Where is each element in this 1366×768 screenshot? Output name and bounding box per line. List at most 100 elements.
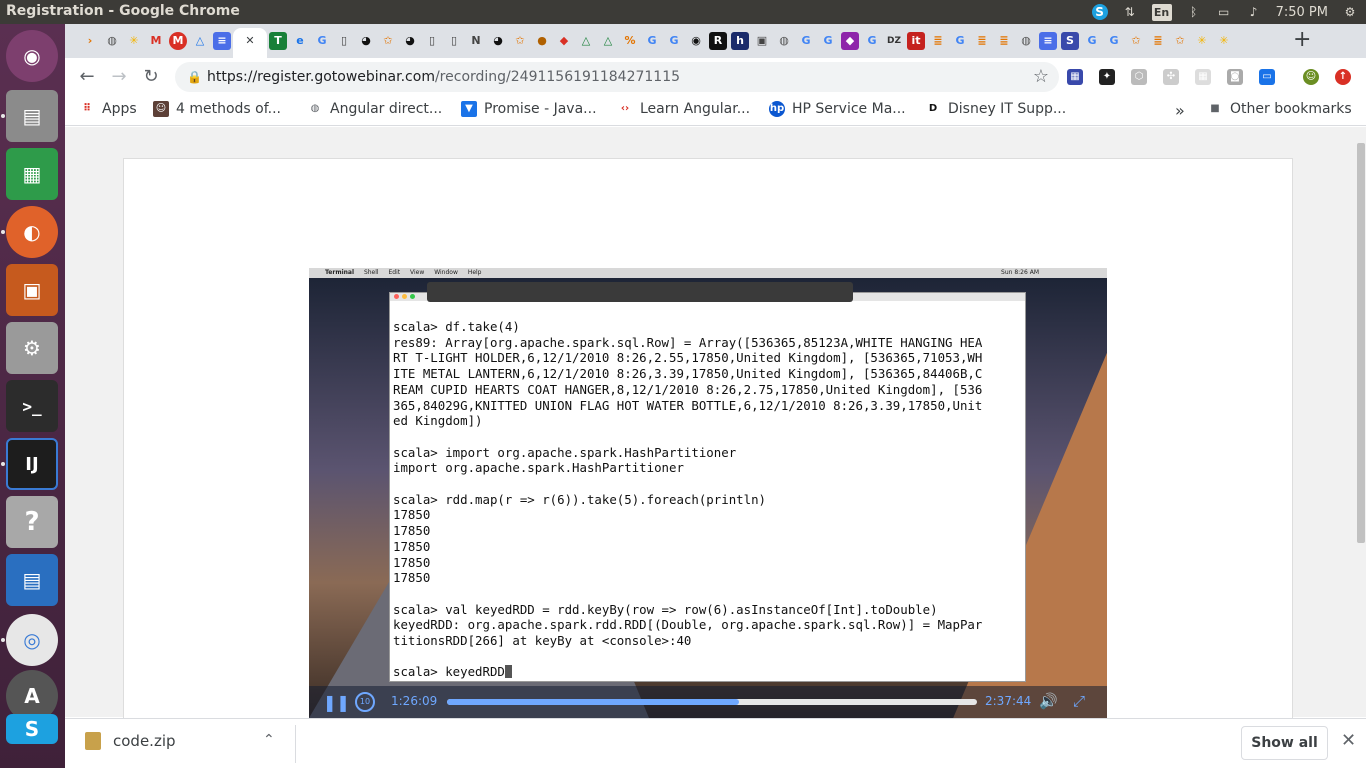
skype-icon[interactable]: S — [6, 714, 58, 744]
new-tab-button[interactable]: + — [1293, 27, 1311, 52]
tab-google-icon[interactable]: G — [797, 32, 815, 50]
rewind-10-icon[interactable]: 10 — [355, 692, 375, 712]
tab-it-icon[interactable]: it — [907, 32, 925, 50]
tab-book-icon[interactable]: ▯ — [445, 32, 463, 50]
bookmark-apps[interactable]: ⠿ Apps — [79, 101, 137, 117]
tab-gmail-icon[interactable]: M — [147, 32, 165, 50]
download-item[interactable]: code.zip — [85, 732, 176, 750]
tab-star-icon[interactable]: ✩ — [379, 32, 397, 50]
tab-round-icon[interactable]: ● — [533, 32, 551, 50]
tab-globe-icon[interactable]: ◍ — [1017, 32, 1035, 50]
tab-stackoverflow-icon[interactable]: ≣ — [973, 32, 991, 50]
address-bar[interactable]: 🔒 https://register.gotowebinar.com/record… — [175, 62, 1059, 92]
bookmarks-overflow-button[interactable]: » — [1175, 101, 1185, 120]
tab-docs-icon[interactable]: ≡ — [1039, 32, 1057, 50]
tab-stackoverflow-icon[interactable]: ≣ — [929, 32, 947, 50]
tab-stackoverflow-icon[interactable]: ≣ — [995, 32, 1013, 50]
tab-github-icon[interactable]: ◕ — [489, 32, 507, 50]
back-button[interactable]: ← — [75, 65, 99, 89]
bookmark-item[interactable]: ▼ Promise - Java... — [461, 101, 597, 117]
page-scrollbar[interactable] — [1355, 127, 1366, 717]
tab-github-icon[interactable]: ◕ — [357, 32, 375, 50]
clock[interactable]: 7:50 PM — [1276, 5, 1328, 20]
terminal-icon[interactable]: >_ — [6, 380, 58, 432]
system-settings-icon[interactable]: ⚙ — [6, 322, 58, 374]
tab-google-icon[interactable]: G — [313, 32, 331, 50]
tab-image-icon[interactable]: ▣ — [753, 32, 771, 50]
network-arrows-icon[interactable]: ⇅ — [1122, 4, 1138, 20]
files-icon[interactable]: ▤ — [6, 90, 58, 142]
profile-avatar[interactable]: ☺ — [1303, 69, 1319, 85]
other-bookmarks[interactable]: ■ Other bookmarks — [1207, 101, 1351, 117]
bookmark-star-icon[interactable]: ☆ — [1033, 62, 1049, 92]
keyboard-language[interactable]: En — [1151, 3, 1172, 21]
tab-globe-icon[interactable]: ◍ — [775, 32, 793, 50]
forward-button[interactable]: → — [107, 65, 131, 89]
tab-docs-icon[interactable]: ≡ — [213, 32, 231, 50]
tab-star-icon[interactable]: ✩ — [511, 32, 529, 50]
chevron-up-icon[interactable]: ⌃ — [263, 732, 275, 748]
reload-button[interactable]: ↻ — [139, 65, 163, 89]
tab-favicon-icon[interactable]: › — [81, 32, 99, 50]
help-icon[interactable]: ? — [6, 496, 58, 548]
show-all-button[interactable]: Show all — [1241, 726, 1328, 760]
tab-google-icon[interactable]: G — [1083, 32, 1101, 50]
tab-google-icon[interactable]: G — [665, 32, 683, 50]
volume-icon[interactable]: ♪ — [1246, 4, 1262, 20]
volume-icon[interactable]: 🔊 — [1039, 692, 1058, 710]
update-icon[interactable]: ↑ — [1335, 69, 1351, 85]
tab-stack-icon[interactable]: ◆ — [555, 32, 573, 50]
extension-icon[interactable]: ▦ — [1067, 69, 1083, 85]
tab-medium-icon[interactable]: N — [467, 32, 485, 50]
intellij-idea-icon[interactable]: IJ — [6, 438, 58, 490]
bookmark-item[interactable]: ☺ 4 methods of... — [153, 101, 281, 117]
settings-gear-icon[interactable]: ⚙ — [1342, 4, 1358, 20]
tab-google-icon[interactable]: G — [951, 32, 969, 50]
extension-gear-icon[interactable]: ⬡ — [1131, 69, 1147, 85]
tab-google-icon[interactable]: G — [1105, 32, 1123, 50]
tab-google-icon[interactable]: G — [863, 32, 881, 50]
tab-github-icon[interactable]: ◕ — [401, 32, 419, 50]
libreoffice-writer-icon[interactable]: ▤ — [6, 554, 58, 606]
seek-bar[interactable] — [447, 699, 977, 705]
tab-r-icon[interactable]: R — [709, 32, 727, 50]
tab-ebay-icon[interactable]: e — [291, 32, 309, 50]
fullscreen-icon[interactable]: ⤢ — [1073, 692, 1085, 710]
extension-puzzle-icon[interactable]: ✣ — [1163, 69, 1179, 85]
tab-drive-icon[interactable]: △ — [191, 32, 209, 50]
skype-tray-icon[interactable]: S — [1091, 4, 1108, 20]
bookmark-item[interactable]: D Disney IT Supp... — [925, 101, 1066, 117]
extension-paw-icon[interactable]: ✦ — [1099, 69, 1115, 85]
tab-globe-icon[interactable]: ◍ — [103, 32, 121, 50]
tab-cap-icon[interactable]: ◆ — [841, 32, 859, 50]
close-icon[interactable]: ✕ — [1341, 730, 1356, 751]
tab-dzone-icon[interactable]: DZ — [885, 32, 903, 50]
bookmark-item[interactable]: ◍ Angular direct... — [307, 101, 443, 117]
tab-drive-icon[interactable]: △ — [599, 32, 617, 50]
tab-stackoverflow-icon[interactable]: ≣ — [1149, 32, 1167, 50]
tab-walmart-icon[interactable]: ✳ — [1215, 32, 1233, 50]
battery-icon[interactable]: ▭ — [1216, 4, 1232, 20]
tab-google-icon[interactable]: G — [643, 32, 661, 50]
bookmark-item[interactable]: hp HP Service Ma... — [769, 101, 906, 117]
tab-book-icon[interactable]: ▯ — [335, 32, 353, 50]
pause-icon[interactable]: ❚❚ — [323, 693, 350, 712]
libreoffice-calc-icon[interactable]: ▦ — [6, 148, 58, 200]
tab-star-icon[interactable]: ✩ — [1127, 32, 1145, 50]
scrollbar-thumb[interactable] — [1357, 143, 1365, 543]
extension-grid-icon[interactable]: ▦ — [1195, 69, 1211, 85]
tab-walmart-icon[interactable]: ✳ — [1193, 32, 1211, 50]
tab-star-icon[interactable]: ✩ — [1171, 32, 1189, 50]
tab-circle-icon[interactable]: ◉ — [687, 32, 705, 50]
bluetooth-icon[interactable]: ᛒ — [1186, 4, 1202, 20]
video-player[interactable]: Terminal Shell Edit View Window Help Sun… — [309, 268, 1107, 718]
tab-h-icon[interactable]: h — [731, 32, 749, 50]
extension-camera-icon[interactable]: ◙ — [1227, 69, 1243, 85]
tab-s-icon[interactable]: S — [1061, 32, 1079, 50]
tab-google-icon[interactable]: G — [819, 32, 837, 50]
libreoffice-impress-icon[interactable]: ▣ — [6, 264, 58, 316]
tab-sheets-icon[interactable]: T — [269, 32, 287, 50]
ubuntu-dash-icon[interactable]: ◉ — [6, 30, 58, 82]
google-chrome-icon[interactable]: ◎ — [6, 614, 58, 666]
tab-percent-icon[interactable]: % — [621, 32, 639, 50]
